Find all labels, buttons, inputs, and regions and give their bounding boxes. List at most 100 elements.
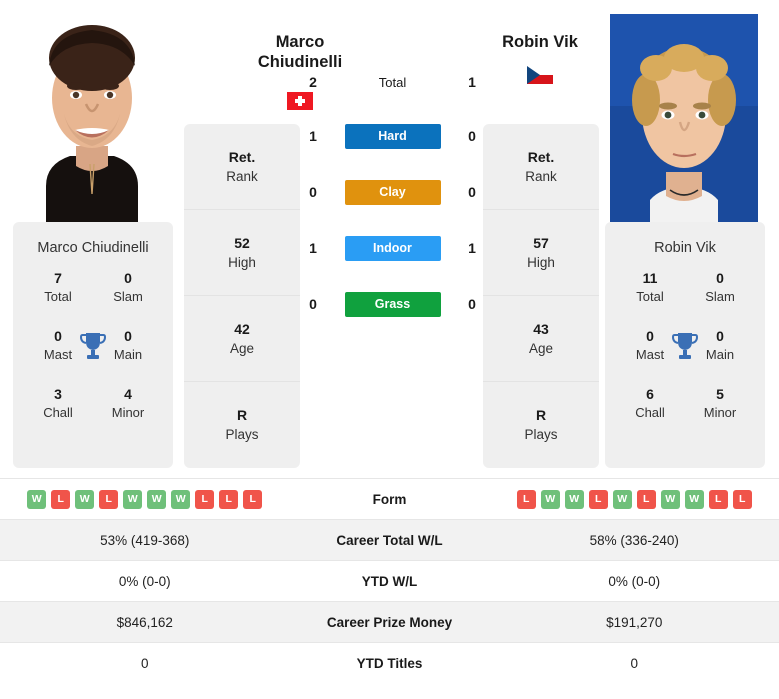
titles-row-total-slam-left: 7 Total 0 Slam (13, 269, 173, 327)
form-badge-win: W (540, 489, 560, 509)
titles-mast-left: 0 Mast (29, 327, 87, 363)
titles-slam-value-right: 0 (716, 270, 724, 287)
rank-label-right: Rank (525, 168, 557, 184)
table-row-ytd-titles: 0 YTD Titles 0 (0, 642, 779, 683)
career-total-wl-left: 53% (419-368) (100, 532, 190, 548)
czech-flag-icon (527, 66, 553, 84)
age-label-right: Age (528, 340, 554, 356)
titles-minor-left: 4 Minor (99, 385, 157, 421)
age-label-left: Age (229, 340, 255, 356)
player-name-left-card: Marco Chiudinelli (37, 240, 149, 256)
titles-chall-value-left: 3 (54, 386, 62, 403)
player-name-right-card: Robin Vik (654, 240, 716, 256)
ytd-titles-left: 0 (140, 655, 149, 671)
h2h-grass-right: 0 (468, 296, 476, 312)
titles-main-value-left: 0 (124, 328, 132, 345)
titles-minor-value-left: 4 (124, 386, 132, 403)
form-badges-left: WLWLWWWLLL (27, 489, 263, 509)
ytd-titles-label: YTD Titles (356, 655, 423, 671)
age-value-right: 43 (533, 320, 549, 337)
titles-minor-value-right: 5 (716, 386, 724, 403)
titles-chall-right: 6 Chall (621, 385, 679, 421)
titles-minor-right: 5 Minor (691, 385, 749, 421)
h2h-total-right: 1 (468, 74, 476, 90)
titles-slam-label-right: Slam (705, 289, 735, 305)
titles-chall-left: 3 Chall (29, 385, 87, 421)
titles-card-right: Robin Vik 11 Total 0 Slam 0 Mast 0 Main … (605, 222, 765, 468)
titles-minor-label-left: Minor (111, 405, 145, 421)
profile-card-right: Ret. Rank 57 High 43 Age R Plays (483, 124, 599, 468)
titles-minor-label-right: Minor (703, 405, 737, 421)
high-label-right: High (527, 254, 555, 270)
surface-pill-indoor[interactable]: Indoor (344, 235, 441, 261)
high-value-right: 57 (533, 234, 549, 251)
rank-label-left: Rank (226, 168, 258, 184)
form-badge-loss: L (99, 489, 119, 509)
titles-mast-value-right: 0 (646, 328, 654, 345)
player-name-right-line1: Robin Vik (502, 33, 578, 51)
form-badge-win: W (171, 489, 191, 509)
age-cell-left: 42 Age (184, 296, 300, 382)
titles-total-value-left: 7 (54, 270, 62, 287)
career-prize-money-label: Career Prize Money (326, 614, 453, 630)
form-badge-win: W (75, 489, 95, 509)
surface-pill-hard[interactable]: Hard (344, 123, 441, 149)
form-left: WLWLWWWLLL (0, 489, 290, 509)
surface-pill-grass[interactable]: Grass (344, 291, 441, 317)
profile-card-left: Ret. Rank 52 High 42 Age R Plays (184, 124, 300, 468)
trophy-icon (672, 333, 698, 360)
form-badge-loss: L (636, 489, 656, 509)
form-label: Form (372, 491, 407, 507)
titles-mast-label-left: Mast (43, 347, 73, 363)
titles-total-label-left: Total (44, 289, 72, 305)
career-total-wl-label: Career Total W/L (336, 532, 443, 548)
titles-slam-label-left: Slam (113, 289, 143, 305)
h2h-row-grass: 0 Grass 0 (300, 276, 485, 332)
high-cell-left: 52 High (184, 210, 300, 296)
player-name-left-line1: Marco (275, 33, 325, 51)
titles-slam-right: 0 Slam (691, 269, 749, 305)
titles-mast-label-right: Mast (635, 347, 665, 363)
titles-total-left: 7 Total (29, 269, 87, 305)
titles-main-label-right: Main (705, 347, 735, 363)
table-row-career-prize-money: $846,162 Career Prize Money $191,270 (0, 601, 779, 642)
h2h-row-clay: 0 Clay 0 (300, 164, 485, 220)
titles-chall-value-right: 6 (646, 386, 654, 403)
form-right: LWWLWLWWLL (490, 489, 779, 509)
titles-chall-label-right: Chall (635, 405, 665, 421)
titles-row-total-slam-right: 11 Total 0 Slam (605, 269, 765, 327)
comparison-header: Marco Chiudinelli 7 Total 0 Slam 0 Mast … (0, 0, 779, 470)
ytd-wl-label: YTD W/L (361, 573, 418, 589)
surface-pill-clay[interactable]: Clay (344, 179, 441, 205)
stats-comparison-table: WLWLWWWLLL Form LWWLWLWWLL 53% (419-368)… (0, 478, 779, 683)
h2h-grass-left: 0 (309, 296, 317, 312)
form-badge-loss: L (588, 489, 608, 509)
rank-cell-right: Ret. Rank (483, 124, 599, 210)
table-row-career-total-wl: 53% (419-368) Career Total W/L 58% (336-… (0, 519, 779, 560)
form-badge-win: W (27, 489, 47, 509)
plays-label-right: Plays (524, 427, 558, 443)
age-cell-right: 43 Age (483, 296, 599, 382)
plays-cell-right: R Plays (483, 382, 599, 468)
ytd-titles-right: 0 (630, 655, 638, 671)
h2h-clay-right: 0 (468, 184, 476, 200)
h2h-row-total: 2 Total 1 (300, 54, 485, 110)
career-prize-money-right: $191,270 (606, 614, 663, 630)
titles-main-label-left: Main (113, 347, 143, 363)
plays-label-left: Plays (225, 427, 259, 443)
h2h-row-hard: 1 Hard 0 (300, 108, 485, 164)
titles-slam-left: 0 Slam (99, 269, 157, 305)
czech-flag (527, 66, 553, 84)
form-badge-loss: L (195, 489, 215, 509)
plays-cell-left: R Plays (184, 382, 300, 468)
career-total-wl-right: 58% (336-240) (589, 532, 679, 548)
high-label-left: High (228, 254, 256, 270)
titles-total-label-right: Total (636, 289, 664, 305)
titles-grid-right: 11 Total 0 Slam 0 Mast 0 Main 6 Chall 5 … (605, 269, 765, 443)
table-row-ytd-wl: 0% (0-0) YTD W/L 0% (0-0) (0, 560, 779, 601)
titles-main-left: 0 Main (99, 327, 157, 363)
titles-main-value-right: 0 (716, 328, 724, 345)
titles-main-right: 0 Main (691, 327, 749, 363)
form-badge-loss: L (51, 489, 71, 509)
form-badge-win: W (684, 489, 704, 509)
